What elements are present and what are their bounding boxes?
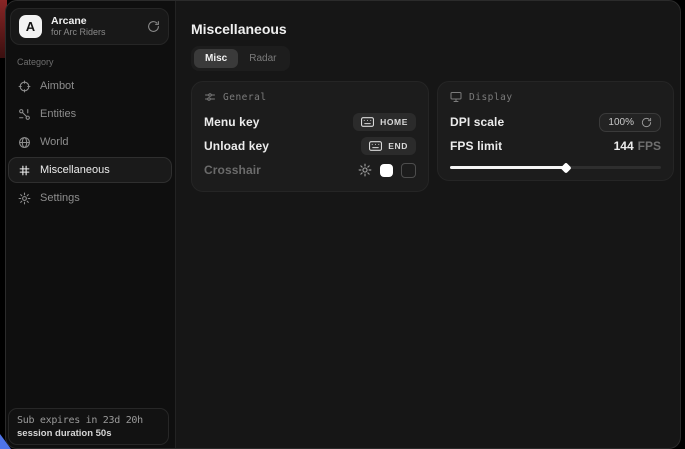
dpi-scale-row: DPI scale 100% — [450, 112, 661, 132]
menu-key-row: Menu key HOME — [204, 112, 416, 132]
dpi-scale-label: DPI scale — [450, 115, 504, 129]
app-logo-avatar: A — [19, 15, 42, 38]
general-card-header: General — [204, 91, 416, 103]
unload-key-bind-button[interactable]: END — [361, 137, 416, 155]
menu-key-label: Menu key — [204, 115, 260, 129]
fps-limit-slider[interactable] — [450, 166, 661, 169]
sidebar-item-label: Settings — [40, 192, 80, 204]
sidebar-nav: Aimbot Entities World — [8, 73, 172, 213]
fps-number: 144 — [614, 139, 634, 153]
sidebar-item-miscellaneous[interactable]: Miscellaneous — [8, 157, 172, 183]
sidebar-item-world[interactable]: World — [8, 129, 172, 155]
tab-radar[interactable]: Radar — [238, 49, 287, 68]
fps-limit-value: 144 FPS — [614, 139, 661, 153]
tab-misc[interactable]: Misc — [194, 49, 238, 68]
crosshair-color-swatch[interactable] — [380, 164, 393, 177]
menu-key-value: HOME — [380, 117, 408, 127]
dpi-scale-control[interactable]: 100% — [599, 113, 661, 132]
general-card: General Menu key HOME Unload key — [191, 81, 429, 192]
app-title: Arcane — [51, 15, 147, 27]
fps-limit-row: FPS limit 144 FPS — [450, 136, 661, 156]
crosshair-icon — [18, 80, 31, 93]
display-card: Display DPI scale 100% FPS limit — [437, 81, 674, 181]
general-card-title: General — [223, 92, 267, 103]
fps-slider-thumb[interactable] — [560, 162, 571, 173]
globe-icon — [18, 136, 31, 149]
sidebar: A Arcane for Arc Riders Category Aimbot — [6, 1, 176, 448]
sidebar-item-aimbot[interactable]: Aimbot — [8, 73, 172, 99]
subscription-status-card: Sub expires in 23d 20h session duration … — [8, 408, 169, 445]
crosshair-checkbox[interactable] — [401, 163, 416, 178]
display-card-header: Display — [450, 91, 661, 103]
unload-key-label: Unload key — [204, 139, 269, 153]
settings-cards: General Menu key HOME Unload key — [191, 81, 674, 192]
display-card-title: Display — [469, 92, 513, 103]
app-window: A Arcane for Arc Riders Category Aimbot — [5, 0, 681, 449]
grid-icon — [18, 164, 31, 177]
keyboard-icon — [361, 117, 374, 127]
category-label: Category — [17, 57, 54, 67]
sub-expiry-text: Sub expires in 23d 20h — [17, 414, 160, 427]
logo-text: Arcane for Arc Riders — [51, 15, 147, 38]
session-duration-text: session duration 50s — [17, 427, 160, 440]
crosshair-row: Crosshair — [204, 160, 416, 180]
sidebar-item-label: Entities — [40, 108, 76, 120]
crosshair-settings-gear-icon[interactable] — [358, 163, 372, 177]
unload-key-row: Unload key END — [204, 136, 416, 156]
sync-icon[interactable] — [147, 20, 160, 33]
fps-slider-fill — [450, 166, 566, 169]
logo-card[interactable]: A Arcane for Arc Riders — [10, 8, 169, 45]
sidebar-item-settings[interactable]: Settings — [8, 185, 172, 211]
sidebar-item-label: Miscellaneous — [40, 164, 110, 176]
sidebar-item-label: Aimbot — [40, 80, 74, 92]
keyboard-icon — [369, 141, 382, 151]
fps-unit: FPS — [638, 139, 661, 153]
dpi-scale-value: 100% — [608, 117, 634, 128]
menu-key-bind-button[interactable]: HOME — [353, 113, 416, 131]
monitor-icon — [450, 91, 462, 103]
entities-icon — [18, 108, 31, 121]
fps-limit-label: FPS limit — [450, 139, 502, 153]
tab-bar: Misc Radar — [191, 46, 290, 71]
sidebar-item-entities[interactable]: Entities — [8, 101, 172, 127]
unload-key-value: END — [388, 141, 408, 151]
crosshair-controls — [358, 163, 416, 178]
refresh-icon[interactable] — [641, 117, 652, 128]
main-content: Miscellaneous Misc Radar General — [177, 1, 680, 448]
sliders-icon — [204, 91, 216, 103]
crosshair-label: Crosshair — [204, 163, 261, 177]
page-title: Miscellaneous — [191, 21, 287, 37]
app-subtitle: for Arc Riders — [51, 27, 147, 38]
sidebar-item-label: World — [40, 136, 69, 148]
gear-icon — [18, 192, 31, 205]
